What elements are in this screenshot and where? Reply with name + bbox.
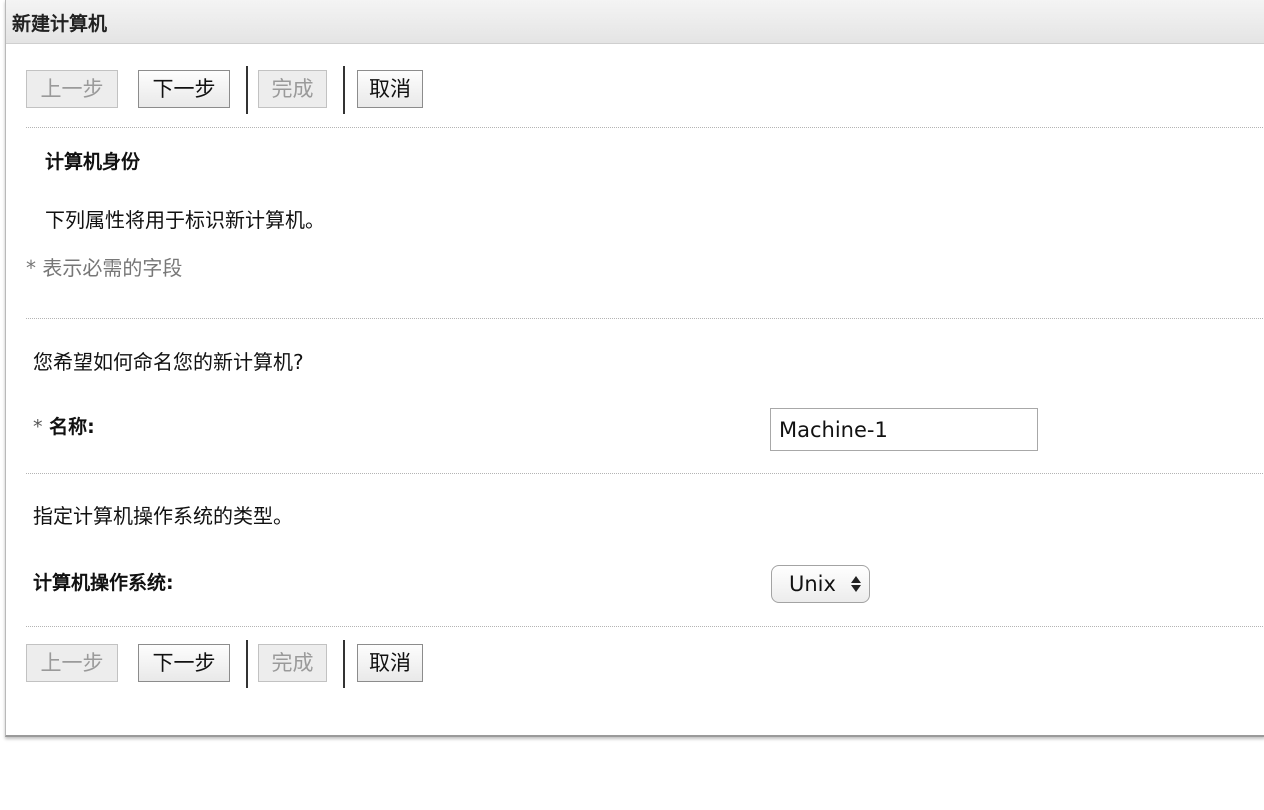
new-computer-dialog: 新建计算机 上一步 下一步 完成 取消 计算机身份 下列属性将用于标识新计算机。… bbox=[5, 0, 1264, 737]
next-button[interactable]: 下一步 bbox=[138, 70, 230, 108]
os-question: 指定计算机操作系统的类型。 bbox=[33, 504, 293, 528]
top-button-bar: 上一步 下一步 完成 取消 bbox=[6, 66, 1264, 114]
os-label: 计算机操作系统: bbox=[33, 572, 174, 594]
button-separator bbox=[246, 66, 248, 114]
dialog-title: 新建计算机 bbox=[12, 13, 108, 35]
bottom-button-bar: 上一步 下一步 完成 取消 bbox=[6, 640, 1264, 688]
name-input[interactable] bbox=[770, 408, 1038, 451]
prev-button[interactable]: 上一步 bbox=[26, 70, 118, 108]
button-separator bbox=[343, 640, 345, 688]
next-button[interactable]: 下一步 bbox=[138, 644, 230, 682]
os-select[interactable]: Unix bbox=[771, 565, 870, 603]
dialog-titlebar: 新建计算机 bbox=[6, 0, 1264, 44]
cancel-button[interactable]: 取消 bbox=[357, 70, 423, 108]
section-heading: 计算机身份 bbox=[45, 151, 141, 173]
finish-button[interactable]: 完成 bbox=[258, 644, 327, 682]
divider bbox=[26, 127, 1264, 128]
divider bbox=[26, 318, 1264, 319]
divider bbox=[26, 473, 1264, 474]
button-separator bbox=[343, 66, 345, 114]
required-mark: * bbox=[33, 416, 43, 438]
finish-button[interactable]: 完成 bbox=[258, 70, 327, 108]
required-note: * 表示必需的字段 bbox=[26, 256, 183, 280]
name-question: 您希望如何命名您的新计算机? bbox=[33, 350, 304, 374]
select-arrows-icon bbox=[851, 576, 861, 592]
prev-button[interactable]: 上一步 bbox=[26, 644, 118, 682]
name-label-text: 名称: bbox=[49, 416, 95, 438]
button-separator bbox=[246, 640, 248, 688]
cancel-button[interactable]: 取消 bbox=[357, 644, 423, 682]
divider bbox=[26, 626, 1264, 627]
section-description: 下列属性将用于标识新计算机。 bbox=[45, 208, 325, 232]
os-select-value: Unix bbox=[789, 572, 836, 596]
name-label: * 名称: bbox=[33, 412, 95, 439]
